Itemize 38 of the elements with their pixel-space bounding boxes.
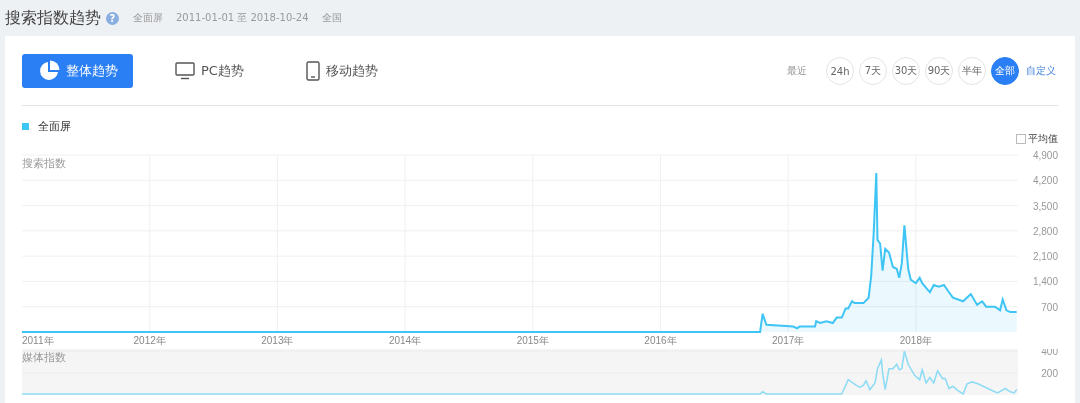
x-tick-label: 2016年	[644, 335, 677, 346]
y-tick-label: 4,200	[1032, 175, 1058, 187]
filter-info: 全面屏	[133, 11, 163, 25]
y-tick-label: 2,800	[1032, 225, 1058, 237]
y-tick-label: 2,100	[1032, 251, 1058, 263]
x-tick-label: 2018年	[899, 335, 932, 346]
pie-chart-icon	[37, 60, 60, 82]
page-title: 搜索指数趋势	[5, 7, 101, 29]
x-tick-label: 2013年	[261, 335, 294, 346]
trend-tab[interactable]: 移动趋势	[285, 54, 398, 88]
range-option[interactable]: 半年	[958, 57, 986, 85]
trend-tab[interactable]: PC趋势	[155, 54, 264, 88]
y-axis-title: 搜索指数	[22, 157, 66, 170]
filter-info: 全国	[321, 11, 342, 25]
range-option[interactable]: 全部	[991, 57, 1019, 85]
y-tick-label: 3,500	[1032, 200, 1058, 212]
x-tick-label: 2012年	[133, 335, 166, 346]
range-option[interactable]: 90天	[925, 57, 953, 85]
range-label: 最近	[787, 64, 807, 78]
legend-label: 全面屏	[38, 118, 71, 134]
trend-tab[interactable]: 整体趋势	[22, 54, 133, 88]
average-checkbox[interactable]: 平均值	[1016, 132, 1058, 146]
range-option[interactable]: 7天	[859, 57, 887, 85]
filter-info: 2011-01-01 至 2018-10-24	[176, 11, 309, 25]
y-axis-title: 媒体指数	[22, 351, 66, 364]
x-tick-label: 2014年	[388, 335, 422, 346]
y-tick-label: 4,900	[1032, 150, 1058, 161]
x-tick-label: 2011年	[22, 335, 54, 346]
range-option[interactable]: 30天	[892, 57, 920, 85]
x-tick-label: 2015年	[516, 335, 549, 346]
monitor-icon	[175, 62, 195, 80]
x-tick-label: 2017年	[772, 335, 805, 346]
y-tick-label: 1,400	[1032, 276, 1058, 288]
y-tick-label: 700	[1041, 301, 1058, 313]
range-option[interactable]: 24h	[826, 57, 854, 85]
tablet-icon	[305, 61, 320, 81]
custom-range-link[interactable]: 自定义	[1026, 64, 1056, 78]
y-tick-label: 200	[1041, 368, 1058, 379]
